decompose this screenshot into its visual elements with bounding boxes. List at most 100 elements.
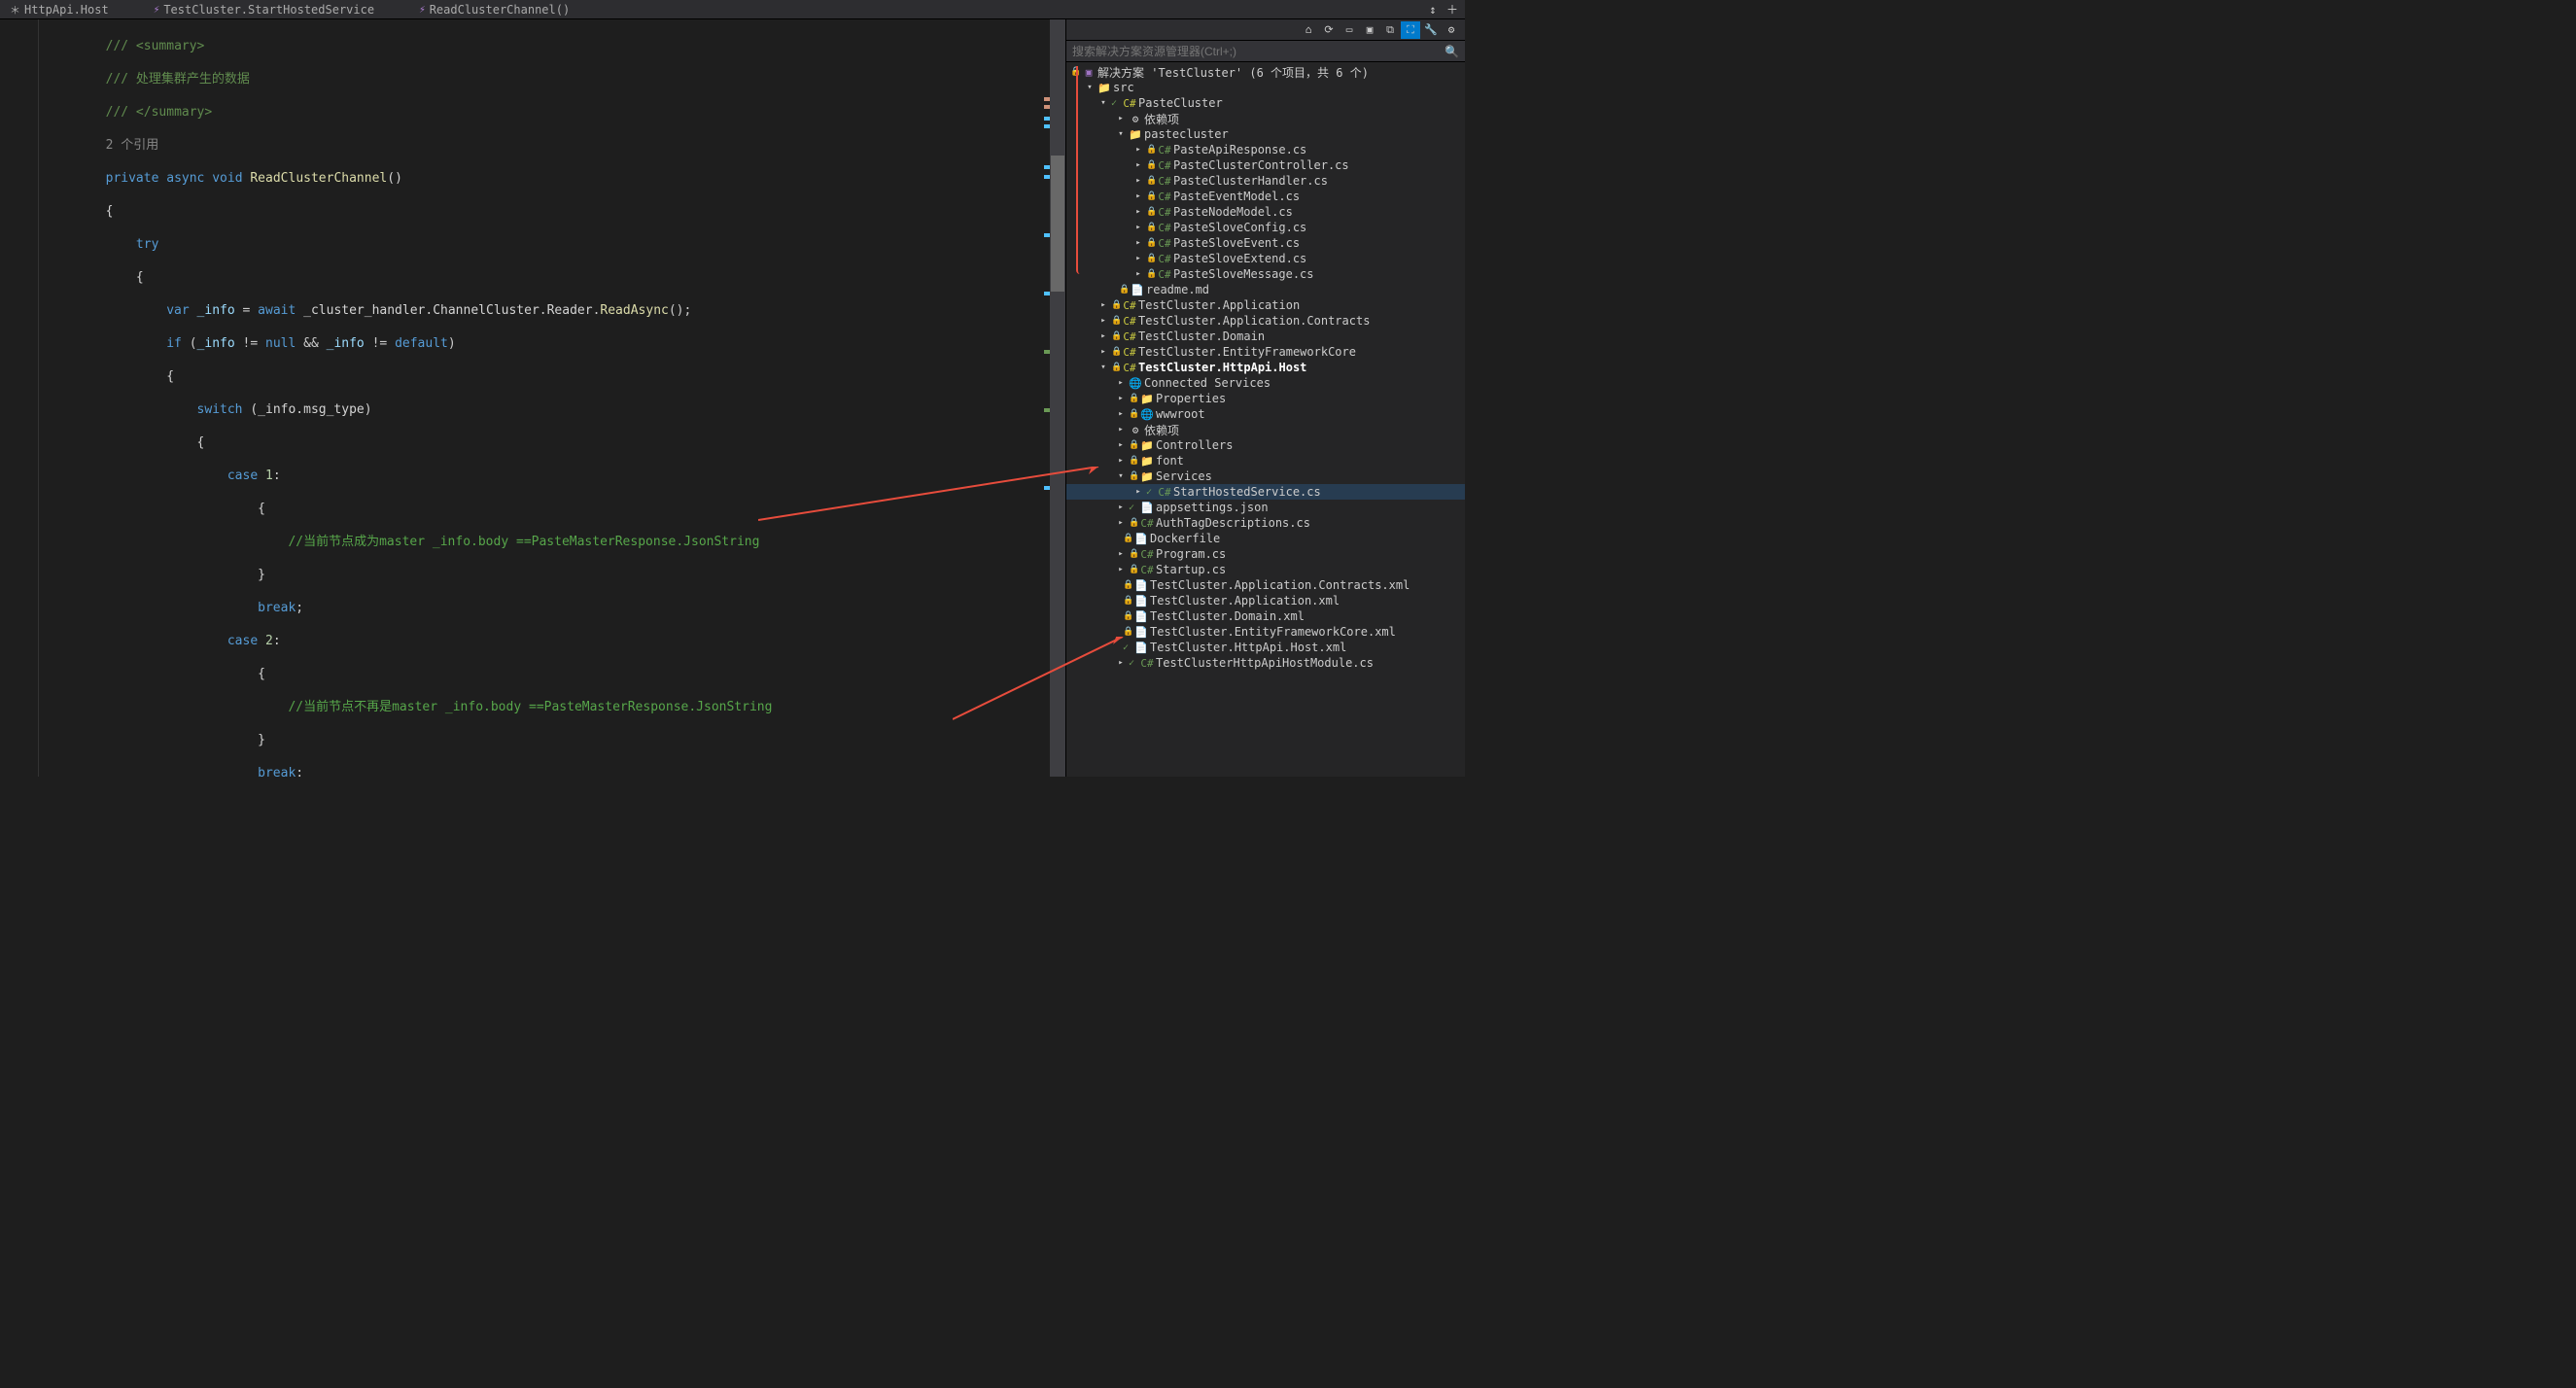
tab-class[interactable]: ⚡TestCluster.StartHostedService	[144, 1, 409, 18]
file-xml4[interactable]: 🔒📄TestCluster.EntityFrameworkCore.xml	[1066, 624, 1465, 640]
tab-method[interactable]: ⚡ReadClusterChannel()	[409, 1, 605, 18]
code-editor[interactable]: /// <summary> /// 处理集群产生的数据 /// </summar…	[0, 19, 1065, 777]
globe-icon: 🌐	[1129, 377, 1142, 390]
wwwroot-node[interactable]: ▸🔒🌐wwwroot	[1066, 406, 1465, 422]
file-module[interactable]: ▸✓C#TestClusterHttpApiHostModule.cs	[1066, 655, 1465, 671]
file-icon: 📄	[1134, 533, 1148, 545]
cs-icon: C#	[1158, 253, 1171, 265]
folder-pastecluster[interactable]: ▾📁pastecluster	[1066, 126, 1465, 142]
xml-icon: 📄	[1134, 642, 1148, 654]
wrench-icon[interactable]: 🔧	[1421, 21, 1441, 39]
deps-node[interactable]: ▸⚙依赖项	[1066, 422, 1465, 437]
deps-icon: ⚙	[1129, 113, 1142, 125]
globe-icon: 🌐	[1140, 408, 1154, 421]
xml-icon: 📄	[1134, 610, 1148, 623]
gear-icon[interactable]: ⚙	[1442, 21, 1461, 39]
folder-icon: 📁	[1097, 82, 1111, 94]
code-body[interactable]: /// <summary> /// 处理集群产生的数据 /// </summar…	[39, 19, 1065, 777]
cs-icon: C#	[1140, 517, 1154, 530]
breadcrumb-bar: ＊HttpApi.Host ⚡TestCluster.StartHostedSe…	[0, 0, 1465, 19]
file-pasteeventmodelcs[interactable]: ▸🔒C#PasteEventModel.cs	[1066, 189, 1465, 204]
file-xml2[interactable]: 🔒📄TestCluster.Application.xml	[1066, 593, 1465, 608]
method-icon: ⚡	[154, 3, 160, 16]
file-xml1[interactable]: 🔒📄TestCluster.Application.Contracts.xml	[1066, 577, 1465, 593]
solution-tree[interactable]: 🔒▣解决方案 'TestCluster' (6 个项目，共 6 个) ▾📁src…	[1066, 62, 1465, 777]
codelens-refs[interactable]: 2 个引用	[106, 138, 159, 153]
home-icon[interactable]: ⌂	[1299, 21, 1318, 39]
plus-icon[interactable]: ＋	[1444, 2, 1461, 17]
csproj-icon: C#	[1123, 315, 1136, 328]
solution-toolbar: ⌂ ⟳ ▭ ▣ ⧉ ⛶ 🔧 ⚙	[1066, 19, 1465, 41]
project-testclusterapplicationcontracts[interactable]: ▸🔒C#TestCluster.Application.Contracts	[1066, 313, 1465, 329]
deps-node[interactable]: ▸⚙依赖项	[1066, 111, 1465, 126]
search-icon[interactable]: 🔍	[1445, 45, 1459, 58]
csproj-icon: C#	[1123, 346, 1136, 359]
split-icon[interactable]: ↕	[1424, 2, 1442, 17]
folder-controllers[interactable]: ▸🔒📁Controllers	[1066, 437, 1465, 453]
folder-services[interactable]: ▾🔒📁Services	[1066, 468, 1465, 484]
csproj-icon: C#	[1123, 330, 1136, 343]
project-testclusterentityframeworkcore[interactable]: ▸🔒C#TestCluster.EntityFrameworkCore	[1066, 344, 1465, 360]
solution-icon: ▣	[1082, 66, 1096, 79]
editor-corner-buttons: ↕ ＋	[1424, 2, 1465, 17]
xml-icon: 📄	[1134, 626, 1148, 639]
project-testclusterapplication[interactable]: ▸🔒C#TestCluster.Application	[1066, 297, 1465, 313]
file-starthostedservice[interactable]: ▸✓C#StartHostedService.cs	[1066, 484, 1465, 500]
file-appsettings[interactable]: ▸✓📄appsettings.json	[1066, 500, 1465, 515]
doc-comment: /// <summary>	[106, 39, 205, 53]
show-all-icon[interactable]: ▣	[1360, 21, 1379, 39]
cs-icon: C#	[1158, 191, 1171, 203]
sync-icon[interactable]: ⟳	[1319, 21, 1339, 39]
solution-search[interactable]: 🔍	[1066, 41, 1465, 62]
file-xml5[interactable]: ✓📄TestCluster.HttpApi.Host.xml	[1066, 640, 1465, 655]
project-pastecluster[interactable]: ▾✓C#PasteCluster	[1066, 95, 1465, 111]
solution-root[interactable]: 🔒▣解决方案 'TestCluster' (6 个项目，共 6 个)	[1066, 64, 1465, 80]
file-pasteclusterhandlercs[interactable]: ▸🔒C#PasteClusterHandler.cs	[1066, 173, 1465, 189]
file-startup[interactable]: ▸🔒C#Startup.cs	[1066, 562, 1465, 577]
file-pastesloveextendcs[interactable]: ▸🔒C#PasteSloveExtend.cs	[1066, 251, 1465, 266]
folder-src[interactable]: ▾📁src	[1066, 80, 1465, 95]
file-pastesloveeventcs[interactable]: ▸🔒C#PasteSloveEvent.cs	[1066, 235, 1465, 251]
folder-icon: 📁	[1140, 393, 1154, 405]
file-xml3[interactable]: 🔒📄TestCluster.Domain.xml	[1066, 608, 1465, 624]
file-readme[interactable]: 🔒📄readme.md	[1066, 282, 1465, 297]
csproj-icon: C#	[1123, 97, 1136, 110]
file-dockerfile[interactable]: 🔒📄Dockerfile	[1066, 531, 1465, 546]
tab-host[interactable]: ＊HttpApi.Host	[0, 0, 144, 19]
vertical-scrollbar[interactable]	[1050, 19, 1065, 777]
file-authtag[interactable]: ▸🔒C#AuthTagDescriptions.cs	[1066, 515, 1465, 531]
deps-icon: ⚙	[1129, 424, 1142, 436]
filter-icon[interactable]: ⛶	[1401, 21, 1420, 39]
file-pasteclustercontrollercs[interactable]: ▸🔒C#PasteClusterController.cs	[1066, 157, 1465, 173]
solution-explorer: ⌂ ⟳ ▭ ▣ ⧉ ⛶ 🔧 ⚙ 🔍 🔒▣解决方案 'TestCluster' (…	[1065, 19, 1465, 777]
file-pastenodemodelcs[interactable]: ▸🔒C#PasteNodeModel.cs	[1066, 204, 1465, 220]
project-host[interactable]: ▾🔒C#TestCluster.HttpApi.Host	[1066, 360, 1465, 375]
copy-icon[interactable]: ⧉	[1380, 21, 1400, 39]
file-pastesloveconfigcs[interactable]: ▸🔒C#PasteSloveConfig.cs	[1066, 220, 1465, 235]
overview-ruler[interactable]	[1036, 19, 1050, 777]
project-testclusterdomain[interactable]: ▸🔒C#TestCluster.Domain	[1066, 329, 1465, 344]
csproj-icon: C#	[1123, 299, 1136, 312]
scrollbar-thumb[interactable]	[1051, 156, 1064, 292]
md-icon: 📄	[1131, 284, 1144, 296]
cs-icon: C#	[1158, 237, 1171, 250]
cs-icon: C#	[1158, 222, 1171, 234]
annotation-curve	[1076, 66, 1080, 274]
connected-services[interactable]: ▸🌐Connected Services	[1066, 375, 1465, 391]
file-program[interactable]: ▸🔒C#Program.cs	[1066, 546, 1465, 562]
json-icon: 📄	[1140, 502, 1154, 514]
file-pasteslovemessagecs[interactable]: ▸🔒C#PasteSloveMessage.cs	[1066, 266, 1465, 282]
xml-icon: 📄	[1134, 579, 1148, 592]
cs-icon: C#	[1158, 175, 1171, 188]
file-pasteapiresponsecs[interactable]: ▸🔒C#PasteApiResponse.cs	[1066, 142, 1465, 157]
folder-icon: 📁	[1140, 455, 1154, 468]
properties-node[interactable]: ▸🔒📁Properties	[1066, 391, 1465, 406]
search-input[interactable]	[1072, 45, 1445, 58]
csproj-icon: C#	[1123, 362, 1136, 374]
folder-icon: 📁	[1140, 439, 1154, 452]
folder-icon: 📁	[1140, 470, 1154, 483]
collapse-icon[interactable]: ▭	[1340, 21, 1359, 39]
folder-font[interactable]: ▸🔒📁font	[1066, 453, 1465, 468]
cs-icon: C#	[1158, 159, 1171, 172]
cs-icon: C#	[1158, 486, 1171, 499]
